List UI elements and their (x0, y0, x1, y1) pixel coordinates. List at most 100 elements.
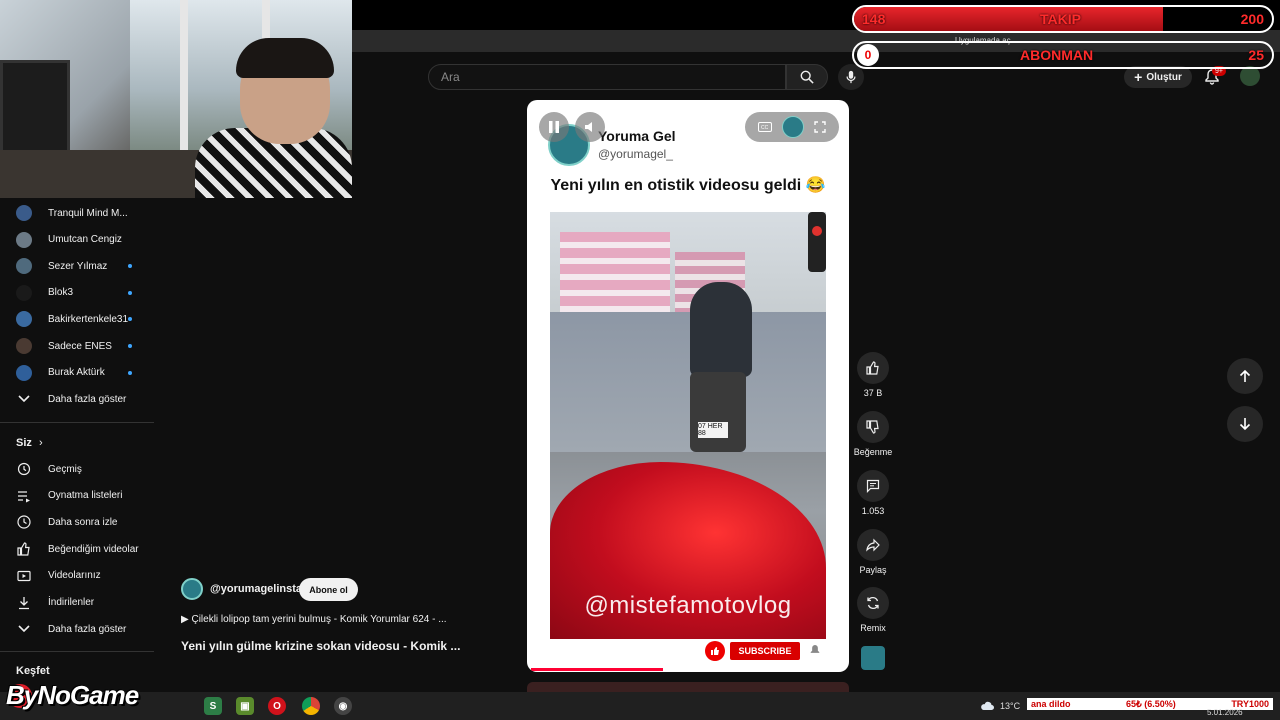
chevron-down-icon (16, 621, 32, 637)
playlist-icon (16, 488, 32, 504)
sidebar-item-your-videos[interactable]: Videolarınız (16, 566, 101, 586)
sidebar-subscription-item[interactable]: Bakirkertenkele31 (16, 309, 128, 329)
short-card[interactable]: Yoruma Gel @yorumagel_ Yeni yılın en oti… (527, 100, 849, 672)
traffic-light-red (812, 226, 822, 236)
sidebar-subscription-item[interactable]: Sadece ENES (16, 336, 112, 356)
search-input[interactable]: Ara (428, 64, 786, 90)
subscriber-current: 0 (857, 44, 879, 66)
dislike-button[interactable] (857, 411, 889, 443)
captions-icon[interactable]: CC (758, 122, 772, 132)
arrow-down-icon (1239, 418, 1251, 431)
sidebar-item-watch-later[interactable]: Daha sonra izle (16, 512, 117, 532)
new-content-dot (128, 264, 132, 269)
like-button[interactable] (857, 352, 889, 384)
opera-icon[interactable]: O (268, 697, 286, 715)
sidebar-item-label: İndirilenler (48, 597, 95, 608)
subscription-label: Sadece ENES (48, 340, 112, 352)
comments-button[interactable] (857, 470, 889, 502)
search-button[interactable] (786, 64, 828, 90)
sidebar-item-history[interactable]: Geçmiş (16, 459, 82, 479)
share-icon (866, 538, 880, 552)
remix-label: Remix (860, 623, 886, 633)
chevron-right-icon: › (38, 437, 43, 449)
sidebar-subscription-item[interactable]: Sezer Yılmaz (16, 256, 107, 276)
subscriber-goal: 25 (1248, 47, 1264, 63)
card-channel-name: Yoruma Gel (598, 128, 676, 144)
pause-button[interactable] (539, 112, 569, 142)
playlist-link[interactable]: ▶ Çilekli lolipop tam yerini bulmuş - Ko… (181, 614, 447, 625)
sidebar-item-playlist[interactable]: Oynatma listeleri (16, 486, 122, 506)
your-videos-icon (16, 568, 32, 584)
follow-current: 148 (862, 11, 886, 27)
channel-handle[interactable]: @yorumagelinsta (210, 583, 302, 595)
cloud-icon (980, 698, 994, 710)
store-icon[interactable]: ▣ (236, 697, 254, 715)
follow-goal: 200 (1240, 11, 1264, 27)
chevron-down-icon (16, 391, 32, 407)
liked-videos-icon (16, 541, 32, 557)
follow-goal-bar: 148 TAKIP 200 (852, 5, 1274, 33)
sidebar-item-label: Oynatma listeleri (48, 490, 123, 502)
fullscreen-icon[interactable] (814, 121, 826, 133)
sidebar-item-download[interactable]: İndirilenler (16, 593, 94, 613)
bell-icon (807, 642, 823, 658)
create-button[interactable]: + Oluştur (1124, 66, 1192, 88)
chrome-icon[interactable] (302, 697, 320, 715)
thumbs-down-icon (866, 420, 879, 434)
subscriber-label: ABONMAN (1020, 47, 1094, 63)
search-icon (800, 70, 814, 84)
sidebar-subscription-item[interactable]: Burak Aktürk (16, 363, 105, 383)
volume-button[interactable] (575, 112, 605, 142)
sidebar-item-liked-videos[interactable]: Beğendiğim videolar (16, 539, 139, 559)
share-label: Paylaş (859, 565, 887, 575)
video-title: Yeni yılın gülme krizine sokan videosu -… (181, 639, 461, 653)
next-short-button[interactable] (1227, 406, 1263, 442)
remix-button[interactable] (857, 587, 889, 619)
microphone-icon (846, 70, 856, 84)
comment-icon (866, 479, 880, 493)
previous-short-button[interactable] (1227, 358, 1263, 394)
video-frame[interactable]: 07 HER 88 @mistefamotovlog (550, 212, 826, 639)
thumbs-up-icon (866, 361, 879, 375)
sidebar-subscription-item[interactable]: Tranquil Mind M... (16, 203, 128, 223)
obs-icon[interactable]: ◉ (334, 697, 352, 715)
create-label: Oluştur (1146, 71, 1182, 83)
subscribe-button[interactable]: Abone ol (299, 578, 358, 601)
show-more-you[interactable]: Daha fazla göster (16, 619, 126, 639)
video-progress-bar[interactable] (531, 668, 663, 671)
channel-avatar[interactable] (181, 578, 203, 600)
yoruma-gel-badge-icon (782, 116, 804, 138)
video-watermark: @mistefamotovlog (584, 592, 792, 619)
download-icon (16, 595, 32, 611)
show-more-subscriptions[interactable]: Daha fazla göster (16, 389, 126, 409)
webcam-person-hair (236, 38, 334, 78)
sound-source-avatar[interactable] (861, 646, 885, 670)
ticker-left: ana dildo (1031, 699, 1071, 709)
weather-temperature: 13°C (1000, 701, 1021, 711)
follow-label: TAKIP (1040, 11, 1081, 27)
subscription-label: Bakirkertenkele31 (48, 313, 129, 325)
channel-avatar (16, 205, 32, 221)
speaker-icon (585, 122, 592, 132)
comment-count: 1.053 (861, 506, 885, 516)
sidebar-item-label: Videolarınız (48, 570, 101, 582)
sidebar-subscription-item[interactable]: Blok3 (16, 283, 73, 303)
remix-icon (867, 596, 879, 610)
arrow-up-icon (1239, 369, 1251, 382)
account-avatar[interactable] (1240, 66, 1260, 86)
subscription-label: Tranquil Mind M... (48, 207, 128, 219)
subscription-label: Burak Aktürk (48, 367, 105, 379)
you-section-header[interactable]: Siz › (16, 437, 43, 449)
app-icon-green[interactable]: S (204, 697, 222, 715)
video-rider (690, 282, 752, 377)
channel-avatar (16, 364, 32, 381)
subscribe-overlay-button[interactable]: SUBSCRIBE (730, 642, 800, 660)
traffic-light (808, 212, 826, 272)
video-road (550, 312, 826, 452)
share-button[interactable] (857, 529, 889, 561)
channel-avatar (16, 258, 32, 275)
you-label: Siz (16, 437, 32, 449)
sidebar-subscription-item[interactable]: Umutcan Cengiz (16, 230, 122, 250)
explore-header: Keşfet (16, 665, 50, 677)
card-channel-handle: @yorumagel_ (598, 147, 673, 161)
